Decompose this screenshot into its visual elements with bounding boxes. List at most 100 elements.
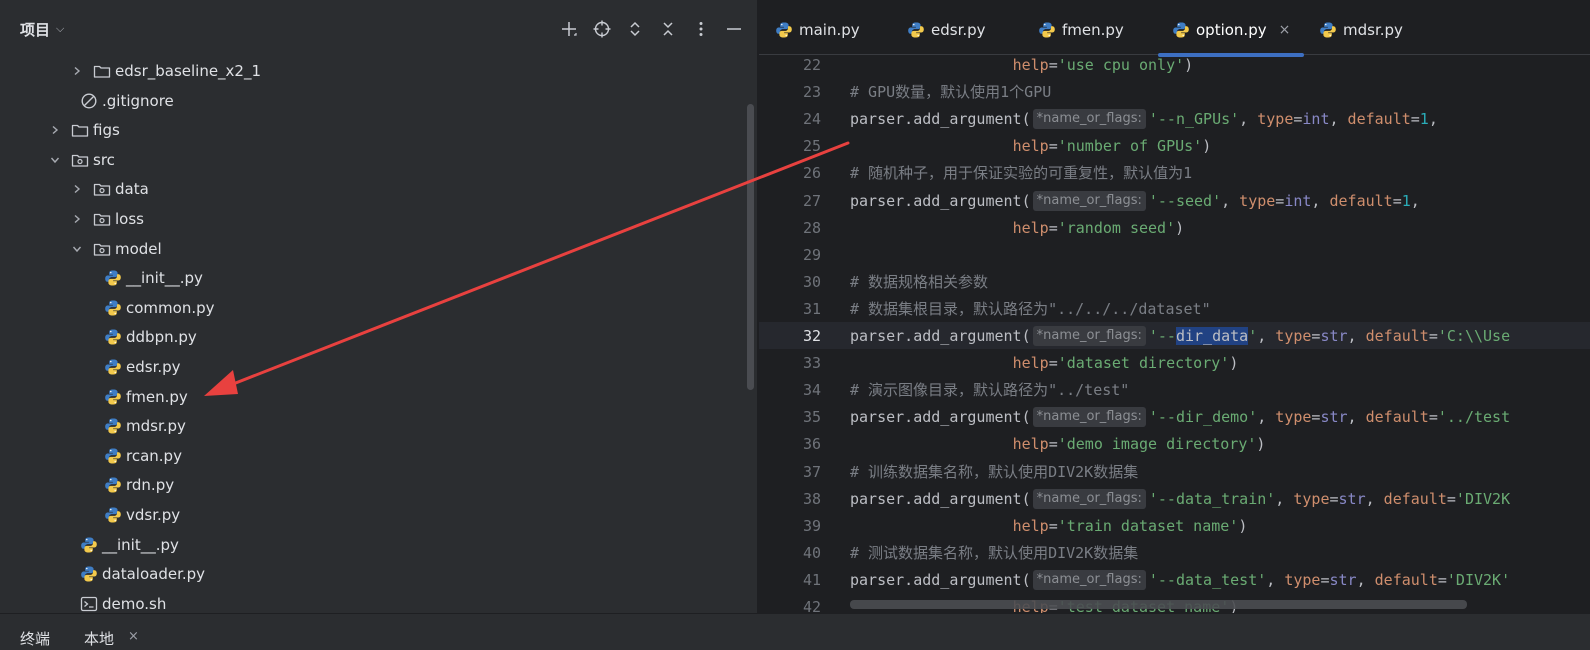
more-icon[interactable] xyxy=(691,19,711,39)
code-token: '--dir_demo' xyxy=(1148,408,1258,427)
tree-item[interactable]: src xyxy=(48,145,115,175)
line-number: 42 xyxy=(802,598,821,613)
tree-item[interactable]: dataloader.py xyxy=(71,559,205,589)
code-token: parser.add_argument( xyxy=(850,489,1031,508)
code-line: help='use cpu only') xyxy=(850,52,1194,79)
tree-item[interactable]: .gitignore xyxy=(71,86,174,116)
tree-item[interactable]: data xyxy=(70,174,149,204)
chevron-down-icon[interactable]: ⌵ xyxy=(56,22,64,36)
close-icon[interactable]: × xyxy=(1279,22,1291,38)
tree-item[interactable]: __init__.py xyxy=(71,530,179,560)
line-number-gutter: 22 23 24 25 26 27 28 29 30 31 32 33 34 35 36 37 38 39 40 41… xyxy=(759,52,845,613)
tree-item[interactable]: model xyxy=(70,234,162,264)
python-file-icon xyxy=(80,565,98,583)
horizontal-scrollbar[interactable] xyxy=(850,600,1467,609)
tree-item-label: demo.sh xyxy=(102,594,167,613)
tab-fmen-py[interactable]: fmen.py xyxy=(1038,5,1124,55)
tab-terminal[interactable]: 终端 xyxy=(20,628,50,649)
editor-tab-bar: main.py edsr.py fmen.py option.py × mdsr… xyxy=(759,5,1590,57)
tab-option-py[interactable]: option.py × xyxy=(1172,5,1290,55)
add-icon[interactable] xyxy=(559,19,579,39)
tree-item[interactable]: common.py xyxy=(95,293,215,323)
code-token: = xyxy=(1048,516,1058,535)
tree-item-label: src xyxy=(93,150,115,169)
parameter-hint: *name_or_flags: xyxy=(1032,407,1146,428)
code-token: parser.add_argument( xyxy=(850,110,1031,129)
chevron-right-icon[interactable] xyxy=(70,182,84,196)
line-number: 23 xyxy=(802,83,821,102)
code-line: parser.add_argument(*name_or_flags: '--n_… xyxy=(850,106,1438,133)
line-number: 25 xyxy=(802,137,821,156)
chevron-right-icon[interactable] xyxy=(70,64,84,78)
line-number: 28 xyxy=(802,218,821,237)
tree-item[interactable]: rcan.py xyxy=(95,441,182,471)
expand-all-icon[interactable] xyxy=(625,19,645,39)
code-token: default xyxy=(1383,489,1447,508)
code-token: default xyxy=(1374,570,1438,589)
code-token: = xyxy=(1410,110,1420,129)
tree-item[interactable]: figs xyxy=(48,115,120,145)
tree-item[interactable]: vdsr.py xyxy=(95,500,180,530)
tree-item[interactable]: demo.sh xyxy=(71,589,166,613)
code-token: 'train dataset name' xyxy=(1057,516,1239,535)
package-folder-icon xyxy=(71,151,89,169)
line-number: 27 xyxy=(802,191,821,210)
bottom-tool-bar: 终端 本地 × xyxy=(0,613,1590,650)
code-token: '--data_train' xyxy=(1148,489,1276,508)
code-token: = xyxy=(1446,489,1456,508)
tree-item[interactable]: mdsr.py xyxy=(95,411,186,441)
close-icon[interactable]: × xyxy=(128,629,139,644)
project-panel-title[interactable]: 项目 xyxy=(20,19,50,40)
tree-item[interactable]: loss xyxy=(70,204,144,234)
code-token: = xyxy=(1428,327,1438,345)
line-number: 39 xyxy=(802,516,821,535)
code-token: 'dataset directory' xyxy=(1057,354,1230,373)
code-token: ) xyxy=(1184,56,1194,74)
tree-scrollbar[interactable] xyxy=(747,104,754,390)
locate-icon[interactable] xyxy=(592,19,612,39)
tab-mdsr-py[interactable]: mdsr.py xyxy=(1319,5,1403,55)
code-token: # 训练数据集名称，默认使用DIV2K数据集 xyxy=(850,462,1139,481)
code-token: , xyxy=(1347,408,1366,427)
tree-item[interactable]: rdn.py xyxy=(95,470,174,500)
chevron-right-icon[interactable] xyxy=(70,212,84,226)
tree-item[interactable]: fmen.py xyxy=(95,382,188,412)
code-token: = xyxy=(1048,56,1058,74)
python-file-icon xyxy=(104,506,122,524)
code-token: = xyxy=(1275,191,1285,210)
line-number: 31 xyxy=(802,299,821,318)
minimize-icon[interactable] xyxy=(724,19,744,39)
code-token: , xyxy=(1410,191,1420,210)
code-token: ) xyxy=(1229,354,1239,373)
tree-item[interactable]: __init__.py xyxy=(95,263,203,293)
code-token: default xyxy=(1347,110,1411,129)
python-file-icon xyxy=(1038,21,1056,39)
shell-script-icon xyxy=(80,595,98,613)
tree-item-label: fmen.py xyxy=(126,387,188,406)
python-file-icon xyxy=(104,269,122,287)
code-token: '../test xyxy=(1437,408,1511,427)
code-token: str xyxy=(1320,408,1348,427)
tree-item[interactable]: ddbpn.py xyxy=(95,322,197,352)
tab-label: edsr.py xyxy=(931,21,986,39)
tab-edsr-py[interactable]: edsr.py xyxy=(907,5,986,55)
code-token: help xyxy=(1012,218,1049,237)
tab-local[interactable]: 本地 xyxy=(84,628,114,649)
python-file-icon xyxy=(104,417,122,435)
tree-item[interactable]: edsr_baseline_x2_1 xyxy=(70,56,261,86)
chevron-down-icon[interactable] xyxy=(48,153,62,167)
tab-main-py[interactable]: main.py xyxy=(775,5,860,55)
code-token: 'demo image directory' xyxy=(1057,435,1257,454)
chevron-down-icon[interactable] xyxy=(70,242,84,256)
code-token: , xyxy=(1266,570,1285,589)
chevron-right-icon[interactable] xyxy=(48,123,62,137)
line-number: 40 xyxy=(802,543,821,562)
code-line: # 数据规格相关参数 xyxy=(850,269,988,296)
tree-item-label: __init__.py xyxy=(126,269,203,288)
tree-item[interactable]: edsr.py xyxy=(95,352,181,382)
collapse-all-icon[interactable] xyxy=(658,19,678,39)
code-area[interactable]: help='use cpu only') # GPU数量，默认使用1个GPU par… xyxy=(850,52,1590,613)
tree-item-label: mdsr.py xyxy=(126,417,186,436)
